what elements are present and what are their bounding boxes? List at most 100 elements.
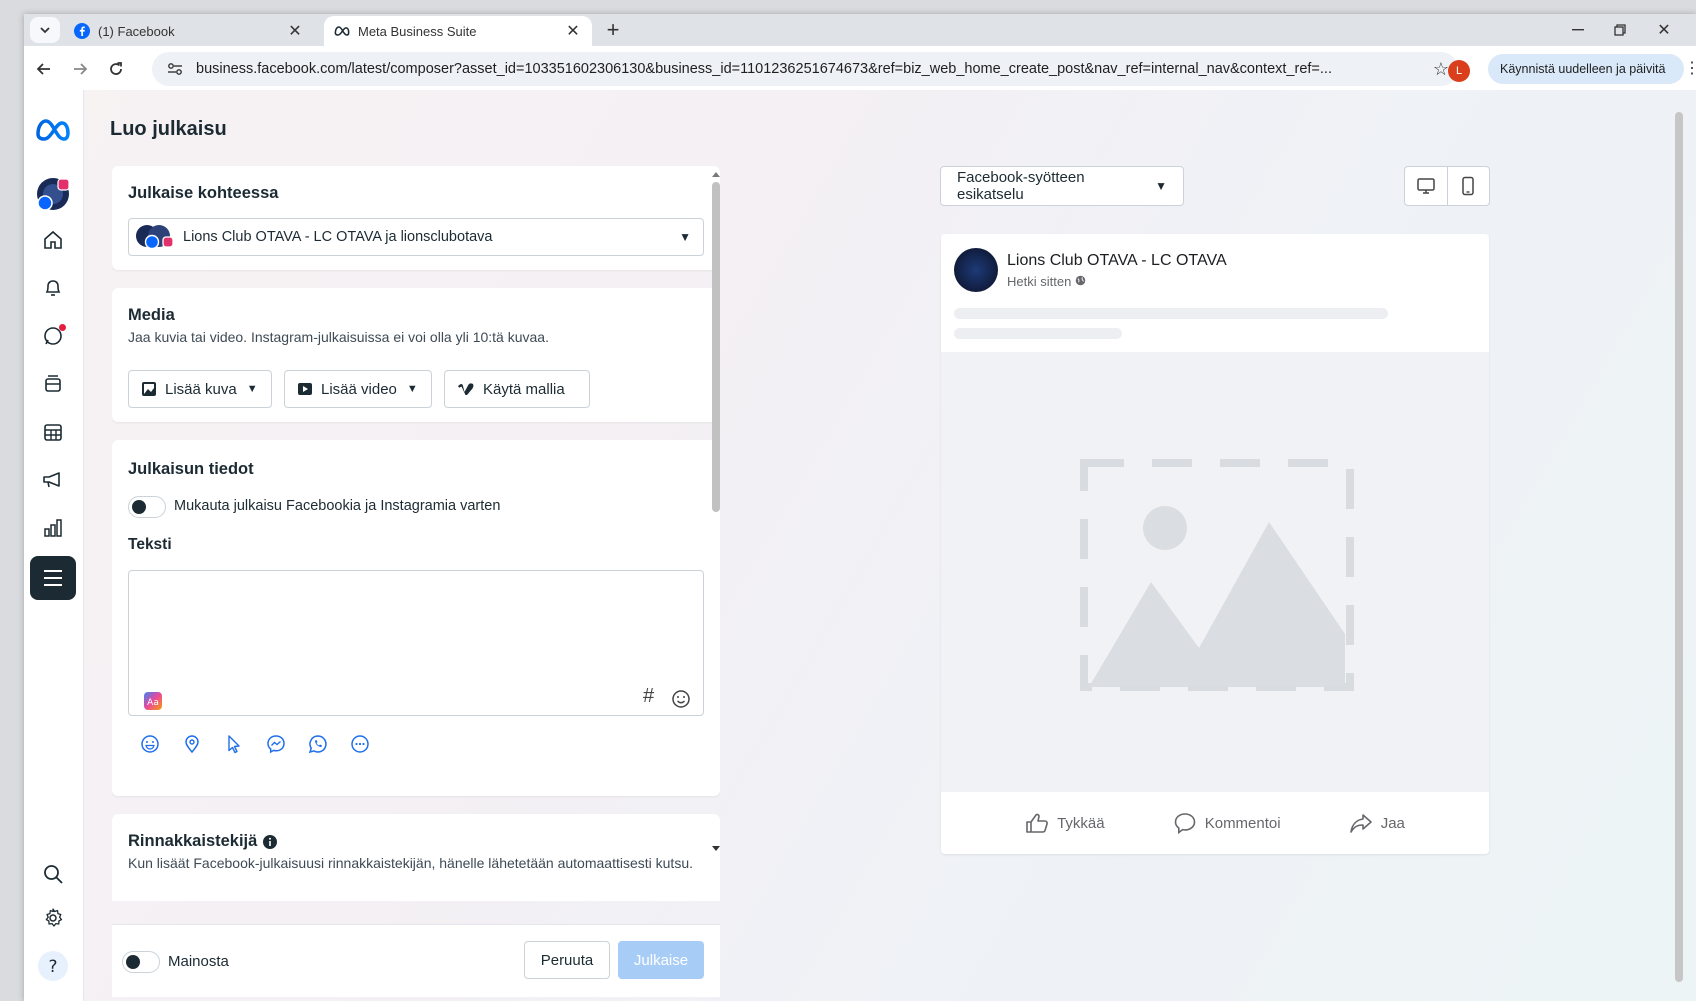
post-extras-toolbar [140, 734, 370, 754]
text-placeholder-line [954, 308, 1388, 319]
preview-mode-label: Facebook-syötteen esikatselu [957, 169, 1085, 203]
browser-toolbar: business.facebook.com/latest/composer?as… [24, 46, 1696, 90]
preview-time-row: Hetki sitten [1007, 274, 1086, 289]
media-placeholder [941, 352, 1489, 792]
info-icon[interactable] [263, 834, 278, 849]
close-icon[interactable]: ✕ [564, 21, 582, 41]
meta-logo-icon[interactable] [30, 110, 76, 150]
post-details-card: Julkaisun tiedot Mukauta julkaisu Facebo… [112, 440, 720, 796]
url-text[interactable]: business.facebook.com/latest/composer?as… [196, 61, 1424, 77]
account-avatar[interactable] [30, 174, 76, 214]
location-pin-icon[interactable] [182, 734, 202, 754]
messenger-icon[interactable] [266, 734, 286, 754]
svg-text:Aa: Aa [147, 698, 159, 708]
address-bar[interactable]: business.facebook.com/latest/composer?as… [152, 52, 1458, 86]
use-template-button[interactable]: Käytä mallia [444, 370, 590, 408]
insights-chart-icon[interactable] [30, 508, 76, 548]
tab-meta-business-suite[interactable]: Meta Business Suite ✕ [324, 16, 592, 46]
feeling-icon[interactable] [140, 734, 160, 754]
preview-page-name: Lions Club OTAVA - LC OTAVA [1007, 252, 1227, 269]
image-placeholder-icon [1080, 459, 1354, 691]
comment-bubble-icon [1174, 813, 1196, 834]
site-settings-icon[interactable] [164, 58, 186, 80]
inbox-chat-icon[interactable] [30, 316, 76, 356]
caret-down-icon: ▼ [679, 230, 691, 244]
account-selector-dropdown[interactable]: Lions Club OTAVA - LC OTAVA ja lionsclub… [128, 218, 704, 256]
photo-icon [141, 381, 157, 397]
forward-arrow-icon[interactable] [66, 56, 94, 82]
planner-calendar-icon[interactable] [30, 412, 76, 452]
reload-icon[interactable] [102, 56, 130, 82]
share-label: Jaa [1380, 814, 1405, 832]
customize-toggle-label: Mukauta julkaisu Facebookia ja Instagram… [174, 498, 501, 514]
meta-logo-icon [334, 23, 350, 39]
all-tools-menu-icon[interactable] [30, 556, 76, 600]
add-photo-label: Lisää kuva [165, 380, 237, 398]
tab-facebook[interactable]: (1) Facebook ✕ [64, 16, 314, 46]
share-action: Jaa [1349, 812, 1405, 834]
search-icon[interactable] [30, 854, 76, 894]
content-icon[interactable] [30, 364, 76, 404]
thumbs-up-icon [1026, 813, 1048, 833]
restart-update-button[interactable]: Käynnistä uudelleen ja päivitä [1488, 54, 1684, 84]
restore-icon[interactable] [1602, 18, 1638, 42]
preview-actions-bar: Tykkää Kommentoi Jaa [941, 792, 1489, 854]
mobile-icon[interactable] [1446, 167, 1490, 205]
customize-per-platform-toggle[interactable] [128, 496, 166, 518]
text-label: Teksti [128, 536, 172, 553]
composer-column: Julkaise kohteessa Lions Club OTAVA - LC… [112, 166, 720, 901]
home-icon[interactable] [30, 220, 76, 260]
add-video-label: Lisää video [321, 380, 397, 398]
caret-down-icon: ▼ [406, 383, 418, 395]
media-description: Jaa kuvia tai video. Instagram-julkaisui… [128, 329, 549, 345]
ai-text-assist-icon[interactable]: Aa [143, 691, 163, 716]
preview-time: Hetki sitten [1007, 274, 1072, 289]
ads-megaphone-icon[interactable] [30, 460, 76, 500]
account-avatars-icon [136, 225, 174, 250]
boost-toggle[interactable] [122, 951, 160, 973]
close-icon[interactable]: ✕ [286, 21, 304, 41]
tab-title: Meta Business Suite [358, 23, 477, 39]
desktop-icon[interactable] [1405, 167, 1447, 205]
settings-gear-icon[interactable] [30, 898, 76, 938]
tab-search-chevron-icon[interactable] [30, 17, 60, 43]
cancel-button[interactable]: Peruuta [524, 941, 610, 979]
text-placeholder-line [954, 328, 1122, 339]
add-photo-button[interactable]: Lisää kuva ▼ [128, 370, 272, 408]
close-window-icon[interactable]: ✕ [1646, 18, 1682, 42]
more-menu-icon[interactable]: ⋮ [1684, 58, 1696, 78]
tab-title: (1) Facebook [98, 23, 175, 39]
comment-action: Kommentoi [1173, 812, 1281, 834]
add-video-button[interactable]: Lisää video ▼ [284, 370, 432, 408]
more-options-icon[interactable] [350, 734, 370, 754]
collaborator-description: Kun lisäät Facebook-julkaisuusi rinnakka… [128, 855, 693, 871]
new-tab-button[interactable]: + [600, 18, 626, 44]
help-question-icon[interactable]: ? [30, 946, 76, 986]
page-scrollbar[interactable] [1672, 100, 1686, 1000]
whatsapp-icon[interactable] [308, 734, 328, 754]
page-content: ? Luo julkaisu Julkaise kohteessa Lions … [24, 90, 1696, 1001]
media-card: Media Jaa kuvia tai video. Instagram-jul… [112, 288, 720, 422]
page-avatar [954, 248, 998, 292]
like-label: Tykkää [1057, 814, 1105, 832]
minimize-icon[interactable] [1560, 18, 1596, 42]
selected-account-label: Lions Club OTAVA - LC OTAVA ja lionsclub… [183, 229, 493, 245]
publish-button[interactable]: Julkaise [618, 941, 704, 979]
left-navigation-rail: ? [24, 90, 84, 1001]
back-arrow-icon[interactable] [30, 56, 58, 82]
preview-mode-dropdown[interactable]: Facebook-syötteen esikatselu ▼ [940, 166, 1184, 206]
use-template-label: Käytä mallia [483, 380, 565, 398]
facebook-icon [74, 23, 90, 39]
emoji-icon[interactable] [671, 689, 691, 714]
profile-avatar[interactable]: L [1448, 60, 1470, 82]
caret-down-icon: ▼ [1155, 179, 1167, 193]
post-text-input[interactable]: Aa # [128, 570, 704, 716]
cursor-icon[interactable] [224, 734, 244, 754]
post-details-heading: Julkaisun tiedot [128, 460, 254, 478]
hashtag-icon[interactable]: # [643, 685, 654, 708]
collaborator-heading: Rinnakkaistekijä [128, 832, 258, 850]
notifications-bell-icon[interactable] [30, 268, 76, 308]
boost-label: Mainosta [168, 953, 229, 970]
collaborator-card: Rinnakkaistekijä Kun lisäät Facebook-jul… [112, 814, 720, 901]
video-icon [297, 381, 313, 397]
